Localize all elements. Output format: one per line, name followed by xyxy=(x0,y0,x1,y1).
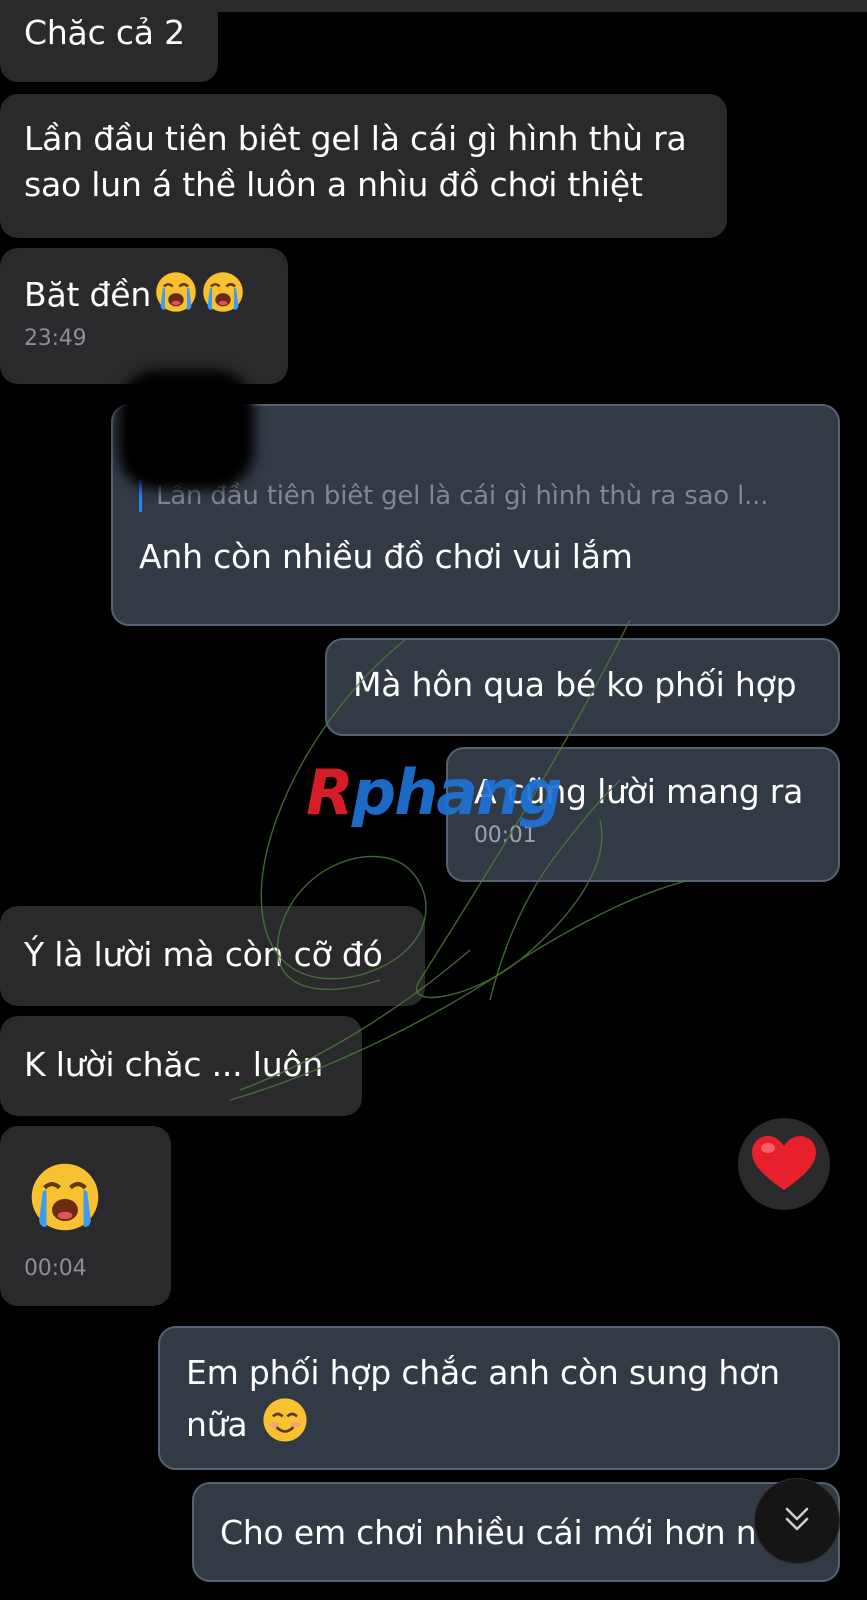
message-text: Cho em chơi nhiều cái mới hơn n xyxy=(220,1513,757,1552)
scroll-to-bottom-button[interactable] xyxy=(754,1478,840,1564)
heart-icon xyxy=(752,1136,816,1190)
message-text-line: nữa xyxy=(186,1405,248,1444)
heart-reaction-button[interactable] xyxy=(738,1118,830,1210)
message-bubble-outgoing[interactable]: Mà hôn qua bé ko phối hợp xyxy=(325,638,840,736)
crying-face-icon xyxy=(203,272,243,312)
message-bubble-outgoing[interactable]: Cho em chơi nhiều cái mới hơn n xyxy=(192,1482,840,1582)
message-timestamp: 00:04 xyxy=(24,1256,87,1281)
message-bubble-incoming[interactable]: Ý là lười mà còn cỡ đó xyxy=(0,906,425,1006)
message-text: K lười chăc ... luôn xyxy=(24,1045,324,1084)
message-text: Băt đền xyxy=(24,275,152,314)
message-bubble-outgoing[interactable]: Em phối hợp chắc anh còn sung hơn nữa xyxy=(158,1326,840,1470)
message-text: Mà hôn qua bé ko phối hợp xyxy=(353,665,797,704)
reply-quote-preview[interactable]: Lần đầu tiên biêt gel là cái gì hình thù… xyxy=(139,480,818,512)
message-bubble-incoming-emoji[interactable]: 00:04 xyxy=(0,1126,171,1306)
message-text: Ý là lười mà còn cỡ đó xyxy=(24,935,383,974)
smiling-face-icon xyxy=(263,1398,307,1442)
chevron-double-down-icon xyxy=(785,1507,809,1531)
message-text-line: sao lun á thề luôn a nhìu đồ chơi thiệt xyxy=(24,165,643,204)
message-text-line: Em phối hợp chắc anh còn sung hơn xyxy=(186,1353,780,1392)
crying-face-icon xyxy=(156,272,196,312)
message-timestamp: 23:49 xyxy=(24,326,87,351)
message-text: Anh còn nhiều đồ chơi vui lắm xyxy=(139,537,633,576)
message-bubble-incoming[interactable]: Lần đầu tiên biêt gel là cái gì hình thù… xyxy=(0,94,727,238)
watermark-logo: Rphang xyxy=(306,756,563,829)
message-text: Chăc cả 2 xyxy=(24,13,185,52)
crying-face-icon xyxy=(31,1163,99,1231)
redacted-sender-name xyxy=(118,370,254,490)
message-bubble-incoming[interactable]: K lười chăc ... luôn xyxy=(0,1016,362,1116)
message-bubble-incoming[interactable]: Chăc cả 2 xyxy=(0,0,218,82)
message-text-line: Lần đầu tiên biêt gel là cái gì hình thù… xyxy=(24,119,687,158)
message-bubble-incoming[interactable]: Băt đền 23:49 xyxy=(0,248,288,384)
